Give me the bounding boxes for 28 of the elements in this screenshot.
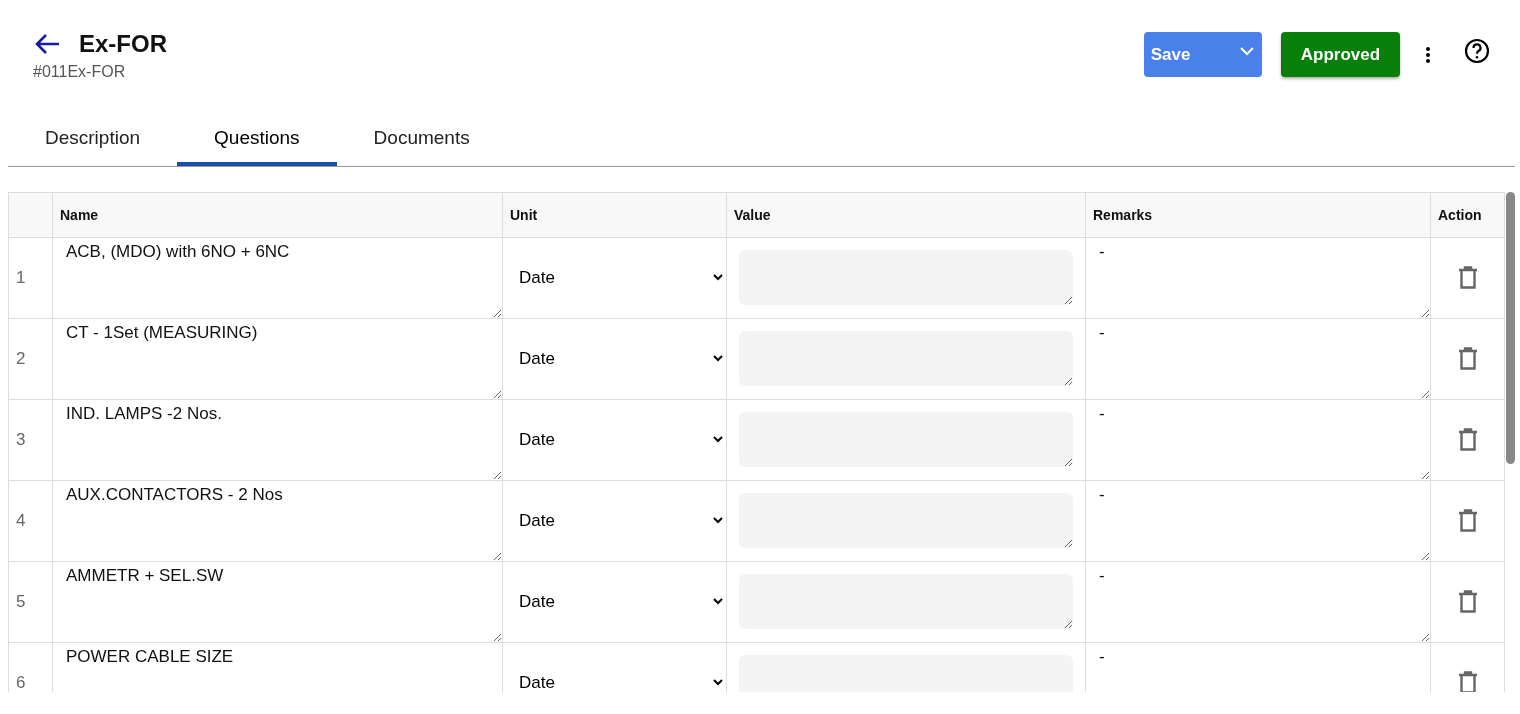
back-arrow-icon[interactable]: [33, 32, 61, 56]
delete-icon[interactable]: [1457, 266, 1478, 290]
delete-icon[interactable]: [1457, 590, 1478, 614]
value-field[interactable]: [739, 331, 1073, 386]
value-field[interactable]: [739, 412, 1073, 467]
save-button[interactable]: Save: [1144, 32, 1262, 77]
tab[interactable]: Questions: [177, 114, 337, 166]
tab[interactable]: Documents: [336, 114, 507, 166]
scrollbar[interactable]: [1506, 192, 1515, 464]
column-header: Remarks: [1086, 193, 1431, 238]
delete-icon[interactable]: [1457, 428, 1478, 452]
record-id: #011Ex-FOR: [33, 63, 127, 81]
delete-icon[interactable]: [1457, 347, 1478, 371]
tab[interactable]: Description: [8, 114, 178, 166]
help-icon[interactable]: [1464, 37, 1490, 64]
delete-icon[interactable]: [1457, 671, 1478, 692]
value-field[interactable]: [739, 574, 1073, 629]
value-field[interactable]: [739, 493, 1073, 548]
chevron-down-icon: [1239, 45, 1256, 56]
column-header: Value: [727, 193, 1086, 238]
page-title: Ex-FOR: [79, 30, 167, 58]
column-header: Action: [1431, 193, 1505, 238]
more-options-icon[interactable]: [1425, 45, 1431, 64]
column-header: Name: [53, 193, 503, 238]
column-header: Unit: [503, 193, 727, 238]
approved-button[interactable]: Approved: [1281, 32, 1400, 77]
delete-icon[interactable]: [1457, 509, 1478, 533]
value-field[interactable]: [739, 250, 1073, 305]
